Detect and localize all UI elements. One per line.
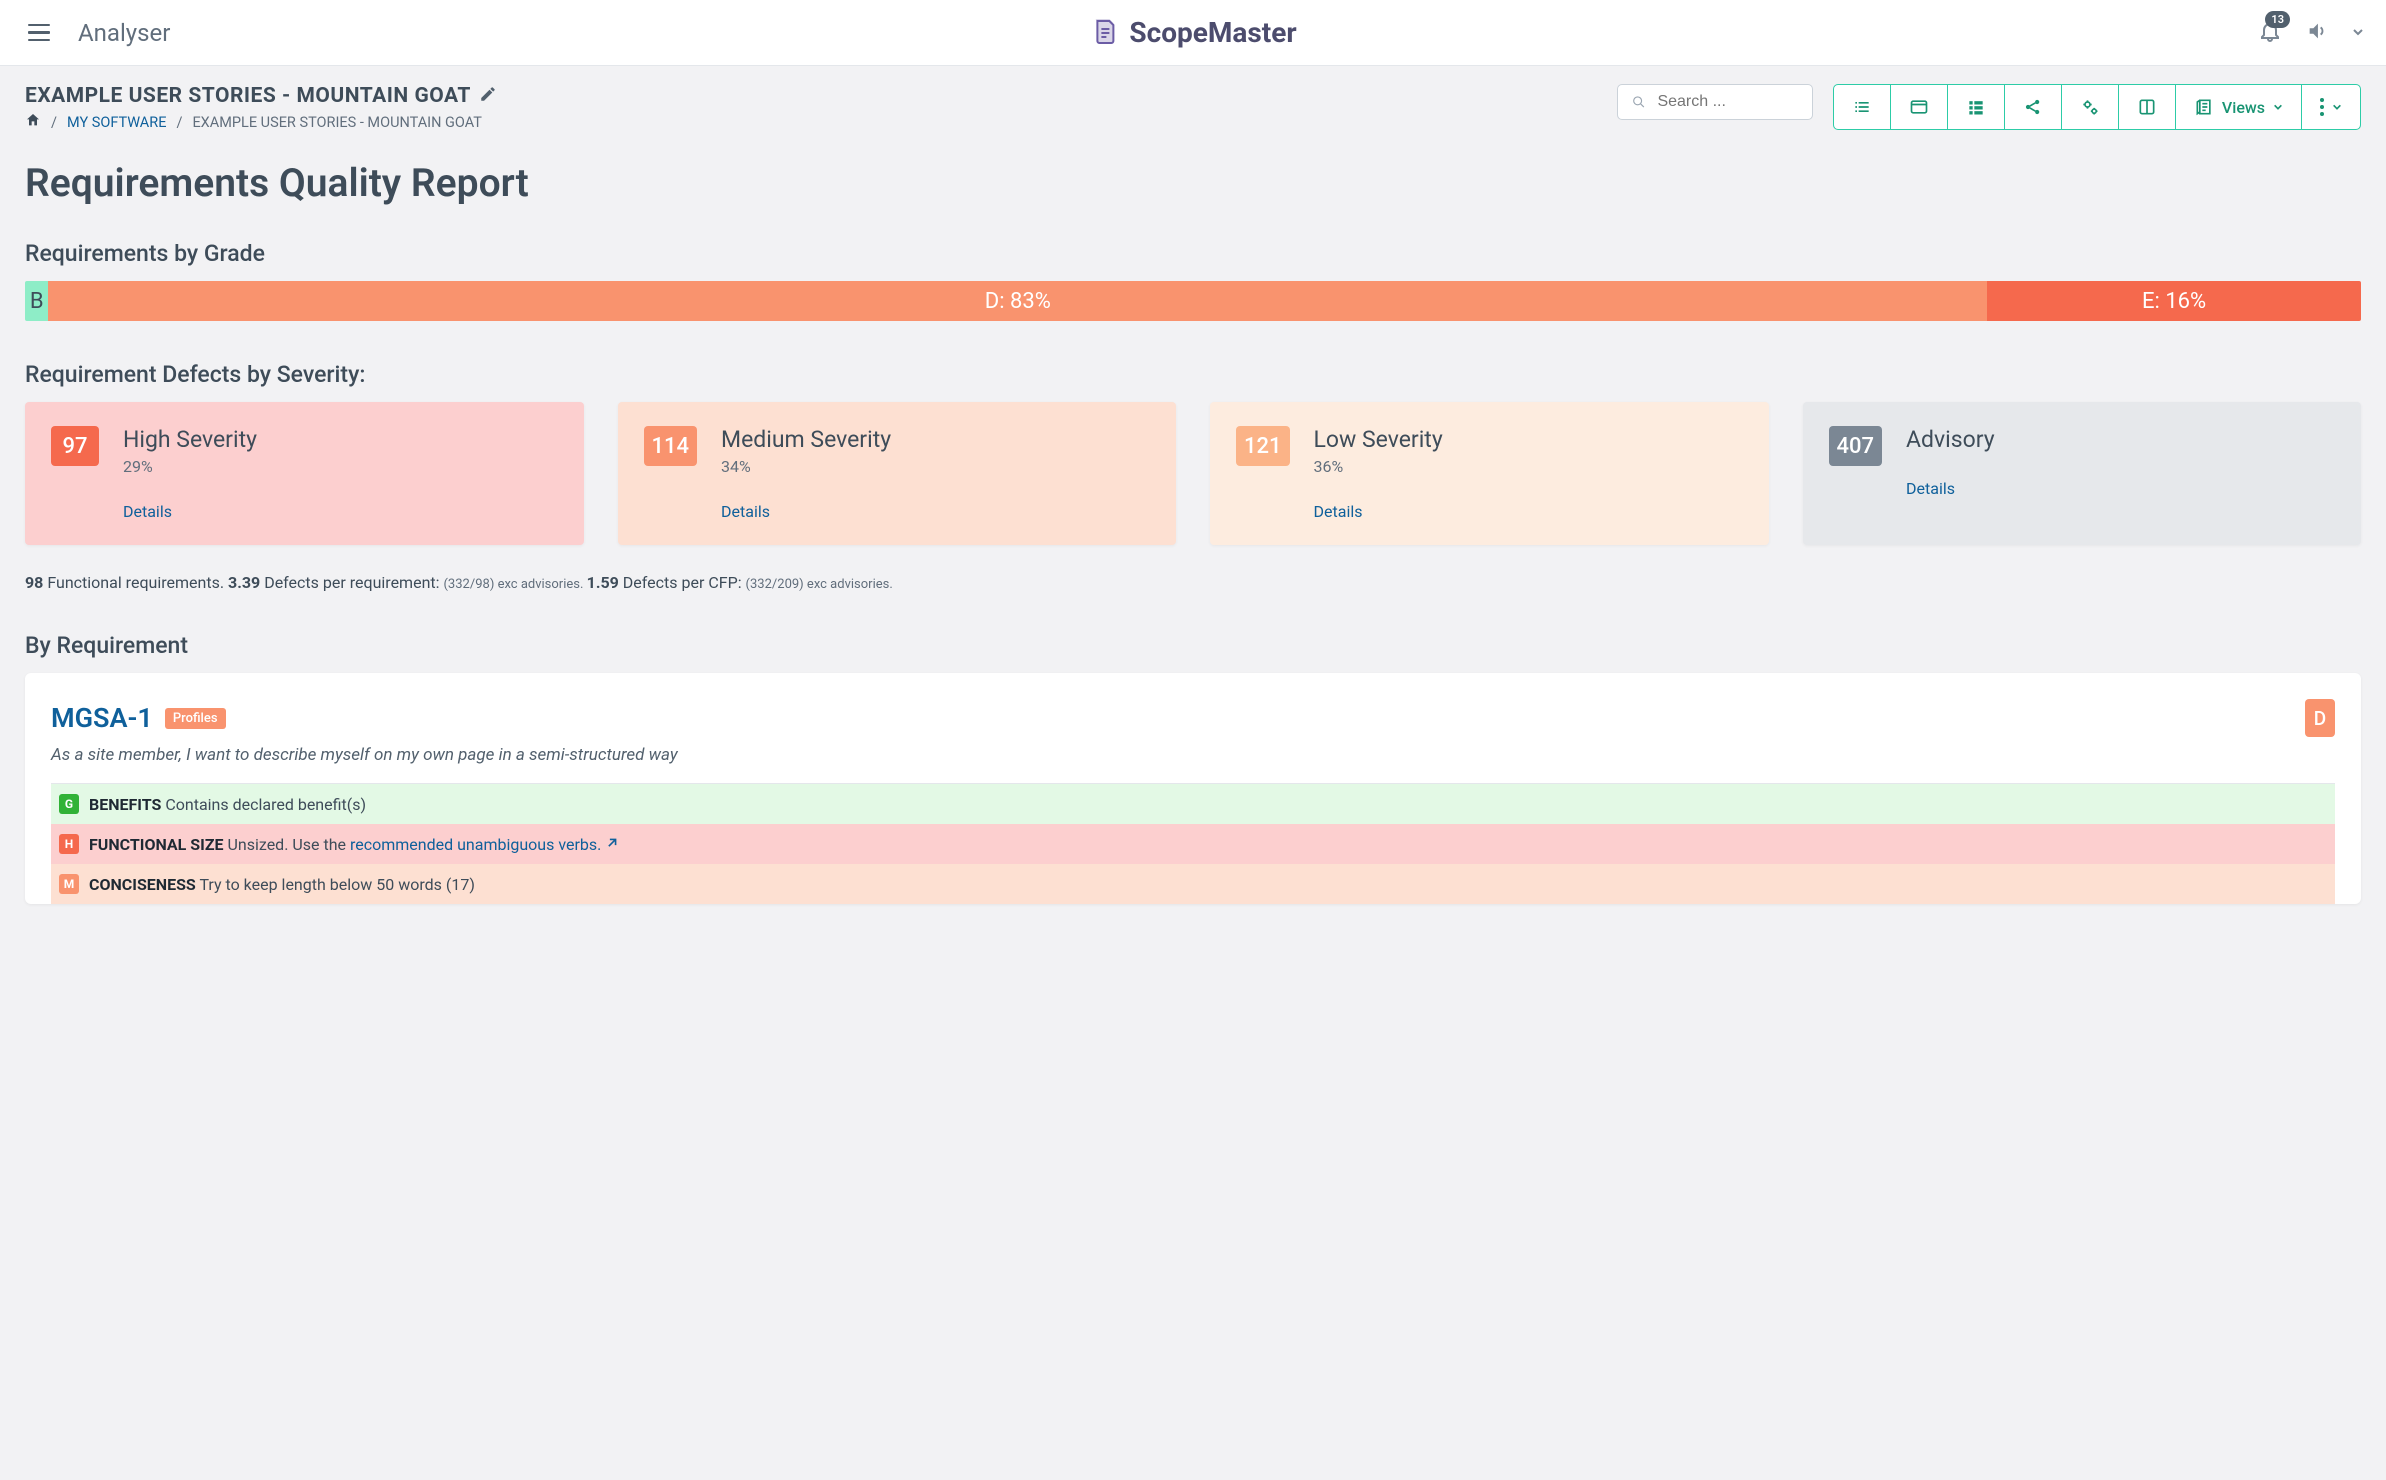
- toolbar-settings-icon[interactable]: [2062, 85, 2119, 129]
- brand-logo: ScopeMaster: [1089, 15, 1296, 51]
- issue-badge: M: [59, 874, 79, 894]
- project-title: EXAMPLE USER STORIES - MOUNTAIN GOAT: [25, 84, 471, 108]
- toolbar-grid-icon[interactable]: [1948, 85, 2005, 129]
- requirement-grade-badge: D: [2305, 699, 2335, 737]
- breadcrumb-mysoftware[interactable]: MY SOFTWARE: [67, 114, 166, 131]
- breadcrumb-current: EXAMPLE USER STORIES - MOUNTAIN GOAT: [192, 114, 482, 131]
- defects-heading: Requirement Defects by Severity:: [25, 361, 2361, 388]
- severity-pct: 36%: [1314, 457, 1743, 476]
- severity-count: 407: [1829, 426, 1883, 466]
- requirement-id[interactable]: MGSA-1: [51, 702, 153, 734]
- toolbar-more-icon[interactable]: [2302, 85, 2360, 129]
- severity-details-link[interactable]: Details: [721, 502, 1150, 521]
- severity-card-low: 121 Low Severity 36% Details: [1210, 402, 1769, 545]
- home-icon[interactable]: [25, 112, 41, 132]
- search-input[interactable]: [1657, 93, 1797, 111]
- chevron-down-icon: [2332, 102, 2342, 112]
- toolbar-card-icon[interactable]: [1891, 85, 1948, 129]
- toolbar-list-icon[interactable]: [1834, 85, 1891, 129]
- issue-row-benefits: G BENEFITS Contains declared benefit(s): [51, 784, 2335, 824]
- severity-details-link[interactable]: Details: [1906, 479, 2335, 498]
- external-link-icon[interactable]: [605, 835, 618, 854]
- notifications-button[interactable]: 13: [2258, 19, 2282, 47]
- recommended-verbs-link[interactable]: recommended unambiguous verbs.: [350, 835, 601, 854]
- grade-bar: B D: 83% E: 16%: [25, 281, 2361, 321]
- severity-card-high: 97 High Severity 29% Details: [25, 402, 584, 545]
- toolbar-share-icon[interactable]: [2005, 85, 2062, 129]
- severity-pct: 34%: [721, 457, 1150, 476]
- notification-count: 13: [2265, 11, 2290, 28]
- requirement-tag[interactable]: Profiles: [165, 708, 226, 729]
- grade-heading: Requirements by Grade: [25, 240, 2361, 267]
- issue-row-functional-size: H FUNCTIONAL SIZE Unsized. Use the recom…: [51, 824, 2335, 864]
- severity-pct: 29%: [123, 457, 558, 476]
- requirement-story: As a site member, I want to describe mys…: [51, 745, 2335, 765]
- toolbar: Views: [1833, 84, 2361, 130]
- header-dropdown[interactable]: [2352, 23, 2364, 42]
- breadcrumb: / MY SOFTWARE / EXAMPLE USER STORIES - M…: [25, 112, 497, 132]
- issue-badge: H: [59, 834, 79, 854]
- page-title: Requirements Quality Report: [25, 160, 2361, 206]
- top-header: Analyser ScopeMaster 13: [0, 0, 2386, 66]
- edit-icon[interactable]: [479, 85, 497, 107]
- severity-label: Advisory: [1906, 426, 2335, 453]
- severity-label: High Severity: [123, 426, 558, 453]
- severity-details-link[interactable]: Details: [1314, 502, 1743, 521]
- search-input-wrap[interactable]: [1617, 84, 1813, 120]
- grade-seg-b: B: [25, 281, 48, 321]
- issue-badge: G: [59, 794, 79, 814]
- severity-count: 121: [1236, 426, 1290, 466]
- severity-count: 97: [51, 426, 99, 466]
- severity-card-advisory: 407 Advisory Details: [1803, 402, 2362, 545]
- page-bar: EXAMPLE USER STORIES - MOUNTAIN GOAT / M…: [0, 66, 2386, 150]
- menu-icon[interactable]: [22, 18, 56, 48]
- grade-seg-d: D: 83%: [48, 281, 1987, 321]
- scope-logo-icon: [1089, 15, 1121, 51]
- requirement-card: MGSA-1 Profiles D As a site member, I wa…: [25, 673, 2361, 904]
- search-icon: [1632, 94, 1646, 110]
- severity-details-link[interactable]: Details: [123, 502, 558, 521]
- toolbar-columns-icon[interactable]: [2119, 85, 2176, 129]
- severity-row: 97 High Severity 29% Details 114 Medium …: [25, 402, 2361, 545]
- issue-row-conciseness: M CONCISENESS Try to keep length below 5…: [51, 864, 2335, 904]
- chevron-down-icon: [2273, 102, 2283, 112]
- severity-card-medium: 114 Medium Severity 34% Details: [618, 402, 1177, 545]
- stats-line: 98 Functional requirements. 3.39 Defects…: [25, 573, 2361, 592]
- brand-text: ScopeMaster: [1129, 16, 1296, 49]
- app-title: Analyser: [78, 19, 170, 47]
- sound-icon[interactable]: [2306, 20, 2328, 46]
- severity-label: Low Severity: [1314, 426, 1743, 453]
- severity-count: 114: [644, 426, 698, 466]
- views-dropdown[interactable]: Views: [2176, 85, 2302, 129]
- severity-label: Medium Severity: [721, 426, 1150, 453]
- byreq-heading: By Requirement: [25, 632, 2361, 659]
- grade-seg-e: E: 16%: [1987, 281, 2361, 321]
